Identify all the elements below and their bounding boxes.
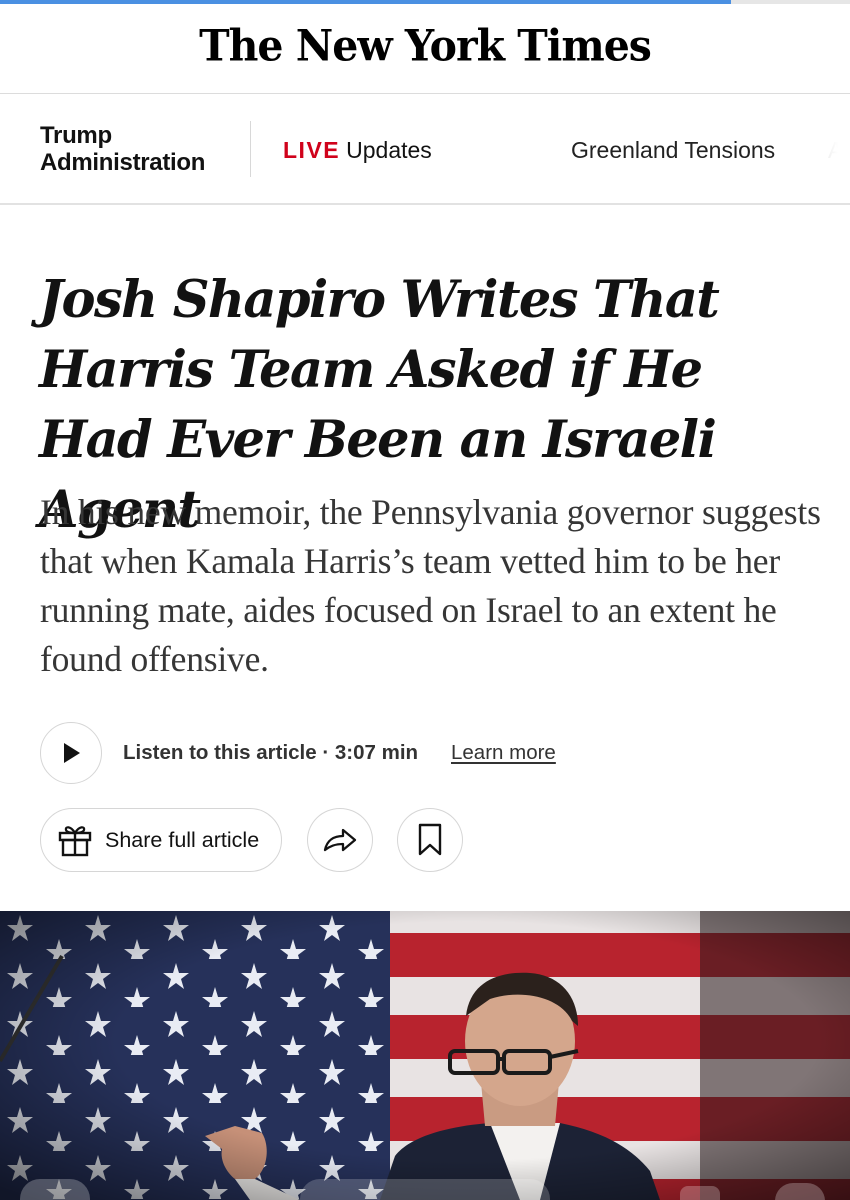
play-icon <box>64 743 80 763</box>
nyt-logo[interactable]: The New York Times <box>199 20 652 70</box>
section-title-line1: Trump <box>40 122 112 149</box>
section-nav: Trump Administration LIVE Updates Greenla… <box>0 95 850 205</box>
learn-more-link[interactable]: Learn more <box>451 741 556 765</box>
section-title-line2: Administration <box>40 149 206 176</box>
article-summary: In his new memoir, the Pennsylvania gove… <box>40 492 821 679</box>
section-title[interactable]: Trump Administration <box>40 122 205 176</box>
nav-divider <box>250 121 251 177</box>
masthead: The New York Times <box>0 4 850 94</box>
share-full-article-label: Share full article <box>105 827 260 852</box>
share-arrow-icon <box>323 828 357 852</box>
nav-scroll-fade <box>790 95 850 203</box>
listen-label: Listen to this article · 3:07 min <box>123 741 419 764</box>
lead-photo-image <box>0 911 850 1200</box>
lead-photo <box>0 911 850 1200</box>
gift-icon <box>58 826 92 857</box>
live-updates-text: Updates <box>346 137 432 163</box>
share-full-article-button[interactable]: Share full article <box>40 808 282 872</box>
listen-play-button[interactable] <box>40 722 102 784</box>
share-button[interactable] <box>307 808 373 872</box>
bookmark-icon <box>418 823 442 856</box>
save-bookmark-button[interactable] <box>397 808 463 872</box>
nav-link-live-updates[interactable]: LIVE Updates <box>283 137 432 163</box>
nav-link-greenland-tensions[interactable]: Greenland Tensions <box>571 137 775 163</box>
live-label: LIVE <box>283 137 341 163</box>
